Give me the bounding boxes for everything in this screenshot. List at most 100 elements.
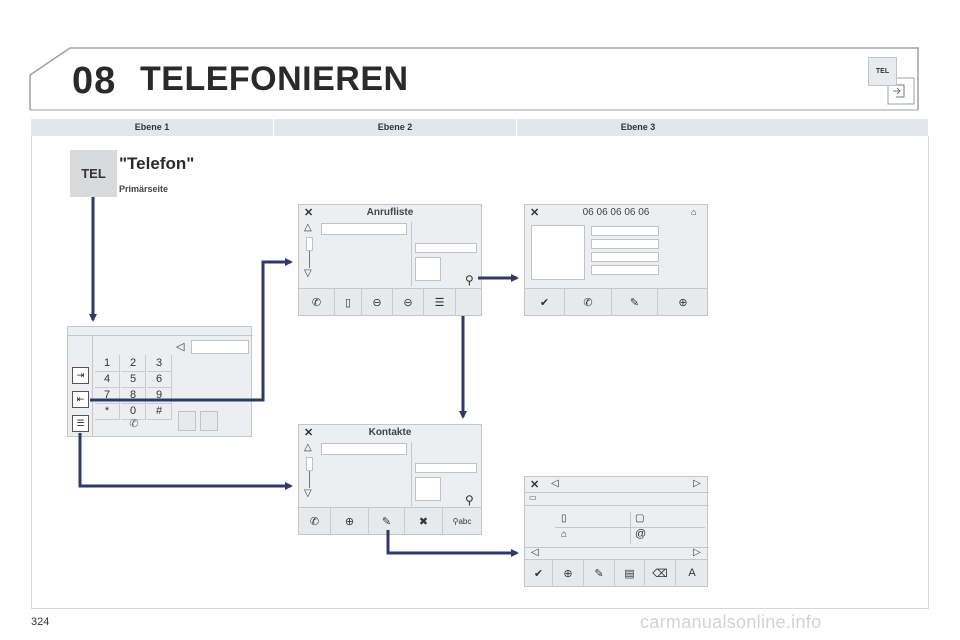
contact-book-icon[interactable]: A	[676, 560, 708, 586]
tel-button[interactable]: TEL	[70, 150, 117, 197]
detail-field	[591, 252, 659, 262]
edit-contact-icon[interactable]: ✎	[584, 560, 615, 586]
call-out-icon[interactable]: ⇤	[72, 391, 89, 408]
divider	[68, 335, 253, 336]
photo-placeholder	[415, 477, 441, 501]
contacts-icon[interactable]: ☰	[424, 289, 456, 315]
primary-page-label: Primärseite	[119, 184, 169, 194]
checkmark-icon[interactable]: ✔	[525, 289, 565, 315]
keypad-key[interactable]: 3	[147, 355, 172, 372]
chapter-number: 08	[72, 60, 117, 102]
list-item[interactable]	[321, 443, 407, 455]
car-icon: ⌂	[691, 207, 697, 217]
scroll-up-icon[interactable]: △	[304, 222, 312, 233]
scroll-track	[309, 251, 310, 268]
number-screen: ✕ 06 06 06 06 06 ⌂ ✔ ✆ ✎ ⊕	[524, 204, 708, 316]
button-row: ✔ ⊕ ✎ ▤ ⌫ A	[525, 559, 707, 586]
phone-icon[interactable]: ✆	[95, 417, 173, 431]
search-icon[interactable]: ⚲	[465, 273, 474, 287]
phone-number: 06 06 06 06 06	[582, 207, 650, 218]
divider	[630, 512, 631, 544]
home-icon[interactable]: ⌂	[561, 529, 567, 540]
contact-fields: ▯ ▢ ⌂ @	[555, 512, 705, 546]
phone-icon[interactable]: ✆	[299, 289, 335, 315]
scroll-up-icon[interactable]: △	[304, 442, 312, 453]
divider	[92, 335, 93, 437]
edit-contact-icon[interactable]: ✎	[369, 508, 405, 534]
scroll-thumb[interactable]	[306, 457, 313, 471]
detail-field	[591, 239, 659, 249]
divider	[525, 547, 709, 548]
detail-field	[591, 226, 659, 236]
delete-icon[interactable]: ⌫	[645, 560, 676, 586]
tel-badge: TEL	[868, 57, 897, 86]
search-icon[interactable]: ⚲	[465, 493, 474, 507]
level-bar: Ebene 1 Ebene 2 Ebene 3	[31, 119, 928, 136]
add-contact-icon[interactable]: ⊕	[658, 289, 708, 315]
next-icon[interactable]: ▷	[693, 547, 701, 558]
number-input[interactable]	[191, 340, 249, 354]
keypad-key[interactable]: 4	[95, 371, 120, 388]
keypad-key[interactable]: 8	[121, 387, 146, 404]
keypad-key[interactable]: 2	[121, 355, 146, 372]
watermark: carmanualsonline.info	[640, 612, 822, 632]
card-icon: ▭	[529, 493, 537, 502]
divider	[525, 505, 709, 506]
screen-title: Anrufliste	[366, 207, 414, 218]
work-icon[interactable]: ▢	[635, 513, 644, 524]
add-contact-icon[interactable]: ⊕	[553, 560, 584, 586]
email-icon[interactable]: @	[635, 528, 646, 540]
prev-icon[interactable]: ◁	[551, 478, 559, 489]
next-icon[interactable]: ▷	[693, 478, 701, 489]
telefon-title: "Telefon"	[119, 154, 195, 173]
scroll-thumb[interactable]	[306, 237, 313, 251]
level-1-label: Ebene 1	[134, 122, 170, 132]
divider	[411, 442, 412, 506]
contact-edit-screen: ✕ ◁ ▷ ▭ ▯ ▢ ⌂ @ ◁ ▷ ✔ ⊕ ✎ ▤ ⌫ A	[524, 476, 709, 587]
keypad-key[interactable]: 7	[95, 387, 120, 404]
button-row: ✆ ⊕ ✎ ✖ ⚲abc	[299, 507, 481, 534]
backspace-icon[interactable]: ◁	[176, 340, 184, 353]
scroll-down-icon[interactable]: ▽	[304, 488, 312, 499]
edit-contact-icon[interactable]: ✎	[612, 289, 658, 315]
keypad-key[interactable]: 6	[147, 371, 172, 388]
detail-field	[415, 243, 477, 253]
call-icon[interactable]: ▯	[335, 289, 362, 315]
checkmark-icon[interactable]: ✔	[525, 560, 553, 586]
detail-field	[591, 265, 659, 275]
list-item[interactable]	[321, 223, 407, 235]
photo-placeholder	[531, 225, 585, 280]
kontakte-screen: ✕ Kontakte △ ▽ ⚲ ✆ ⊕ ✎ ✖ ⚲abc	[298, 424, 482, 535]
scroll-track	[309, 471, 310, 488]
level-3-label: Ebene 3	[620, 122, 656, 132]
screen-title: Kontakte	[368, 427, 412, 438]
empty-key[interactable]	[200, 411, 218, 431]
button-row: ✆ ▯ ⊖ ⊖ ☰	[299, 288, 481, 315]
search-abc-icon[interactable]: ⚲abc	[443, 508, 481, 534]
keypad-key[interactable]: 5	[121, 371, 146, 388]
button-row: ✔ ✆ ✎ ⊕	[525, 288, 707, 315]
prev-icon[interactable]: ◁	[531, 547, 539, 558]
level-2-label: Ebene 2	[377, 122, 413, 132]
empty-key[interactable]	[178, 411, 196, 431]
call-in-icon[interactable]: ⇥	[72, 367, 89, 384]
call-out-icon[interactable]: ⊖	[393, 289, 424, 315]
contact-card-icon[interactable]: ▤	[615, 560, 645, 586]
divider	[525, 492, 709, 493]
divider	[411, 222, 412, 286]
phone-icon[interactable]: ✆	[565, 289, 612, 315]
delete-contact-icon[interactable]: ✖	[405, 508, 443, 534]
chapter-title: TELEFONIEREN	[140, 60, 409, 98]
close-icon[interactable]: ✕	[530, 478, 539, 491]
anrufliste-screen: ✕ Anrufliste △ ▽ ⚲ ✆ ▯ ⊖ ⊖ ☰	[298, 204, 482, 316]
mobile-icon[interactable]: ▯	[561, 513, 567, 524]
phone-icon[interactable]: ✆	[299, 508, 331, 534]
scroll-down-icon[interactable]: ▽	[304, 268, 312, 279]
photo-placeholder	[415, 257, 441, 281]
keypad-key[interactable]: 1	[95, 355, 120, 372]
call-in-icon[interactable]: ⊖	[362, 289, 393, 315]
contacts-icon[interactable]: ☰	[72, 415, 89, 432]
add-contact-icon[interactable]: ⊕	[331, 508, 369, 534]
keypad-key[interactable]: 9	[147, 387, 172, 404]
page-number: 324	[31, 616, 50, 628]
